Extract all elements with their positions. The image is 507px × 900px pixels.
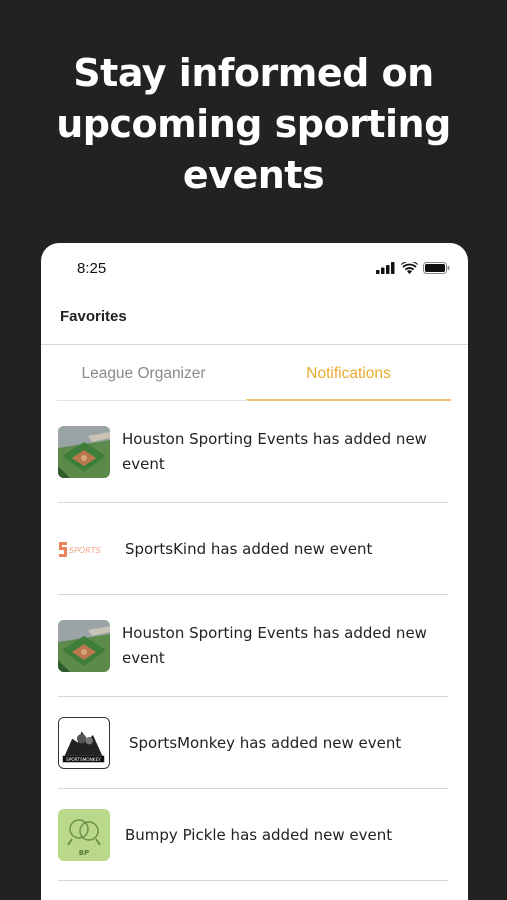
status-icons [376,262,450,274]
notification-text: Houston Sporting Events has added new ev… [122,430,427,473]
notification-text: Bumpy Pickle has added new event [125,825,393,844]
sportskind-logo: SPORTS [58,523,110,575]
houston-sporting-events-logo [58,620,110,672]
phone-screen: 8:25 Favorites League Organizer Notifica… [41,243,468,900]
list-item[interactable]: BP Bumpy Pickle has added new event [41,789,468,881]
houston-sporting-events-logo [58,426,110,478]
headline: Stay informed on upcoming sporting event… [0,48,507,201]
tab-bar: League Organizer Notifications [41,345,451,401]
bumpy-pickle-logo: BP [58,809,110,861]
list-item[interactable]: SPORTSMONKEY SportsMonkey has added new … [41,697,468,789]
bumpy-pickle-logo-text: BP [79,849,89,857]
battery-icon [423,262,450,274]
notification-list: Houston Sporting Events has added new ev… [41,401,468,881]
status-time: 8:25 [77,260,107,277]
tab-notifications[interactable]: Notifications [246,345,451,401]
notification-text: SportsKind has added new event [125,539,373,558]
sportskind-logo-text: SPORTS [69,546,101,555]
headline-line-2: upcoming sporting [56,102,451,146]
signal-icon [376,262,395,274]
wifi-icon [401,262,418,274]
page-title: Favorites [60,308,127,325]
status-bar: 8:25 [41,243,468,295]
tab-league-organizer[interactable]: League Organizer [41,345,246,401]
headline-line-3: events [182,153,325,197]
notification-text: Houston Sporting Events has added new ev… [122,624,427,667]
list-item[interactable]: Houston Sporting Events has added new ev… [41,595,468,697]
list-item[interactable]: SPORTS SportsKind has added new event [41,503,468,595]
headline-line-1: Stay informed on [73,51,434,95]
list-item[interactable]: Houston Sporting Events has added new ev… [41,401,468,503]
notification-text: SportsMonkey has added new event [129,733,402,752]
sportsmonkey-logo: SPORTSMONKEY [58,717,110,769]
sportsmonkey-logo-text: SPORTSMONKEY [66,757,101,762]
